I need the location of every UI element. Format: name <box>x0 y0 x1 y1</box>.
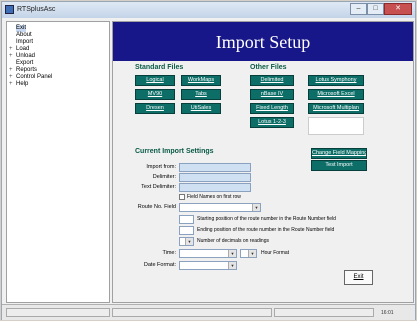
ending-position-label: Ending position of the route number in t… <box>197 227 335 233</box>
expand-icon[interactable]: + <box>9 67 16 74</box>
hour-format-select[interactable]: ▼ <box>240 249 257 258</box>
blank-panel <box>308 117 364 135</box>
expand-icon[interactable]: + <box>9 46 16 53</box>
other-files-heading: Other Files <box>250 64 287 71</box>
maximize-button[interactable]: □ <box>367 3 384 15</box>
time-label: Time: <box>162 250 176 256</box>
import-setup-panel: Import Setup Standard Files Logical Work… <box>112 21 414 303</box>
status-panel <box>6 308 110 317</box>
delimiter-field[interactable] <box>179 173 251 182</box>
date-format-select[interactable]: ▼ <box>179 261 237 270</box>
app-icon <box>5 5 14 14</box>
workmaps-button[interactable]: WorkMaps <box>181 75 221 86</box>
window-title: RTSplusAsc <box>17 6 56 13</box>
logical-button[interactable]: Logical <box>135 75 175 86</box>
utisales-button[interactable]: UtiSales <box>181 103 221 114</box>
text-delimiter-field[interactable] <box>179 183 251 192</box>
tree-item-control-panel[interactable]: + Control Panel <box>9 74 52 81</box>
tabs-button[interactable]: Tabs <box>181 89 221 100</box>
chevron-down-icon[interactable]: ▼ <box>252 204 260 211</box>
nbase-iv-button[interactable]: nBase IV <box>250 89 294 100</box>
tree-item-import[interactable]: Import <box>16 39 33 46</box>
expand-icon[interactable]: + <box>9 81 16 88</box>
import-from-label: Import from: <box>146 164 176 170</box>
field-names-label: Field Names on first row <box>187 194 241 200</box>
application-window: RTSplusAsc – □ ✕ Exit About Import + Load… <box>1 1 416 320</box>
ending-position-field[interactable] <box>179 226 194 235</box>
tree-item-label: Unload <box>16 53 36 59</box>
chevron-down-icon[interactable]: ▼ <box>248 250 256 257</box>
decimals-select[interactable]: ▼ <box>179 237 194 246</box>
microsoft-excel-button[interactable]: Microsoft Excel <box>308 89 364 100</box>
decimals-label: Number of decimals on readings <box>197 238 269 244</box>
mv90-button[interactable]: MV90 <box>135 89 175 100</box>
tree-item-label: Exit <box>16 25 27 31</box>
tree-item-label: Export <box>16 60 34 66</box>
delimited-button[interactable]: Delimited <box>250 75 294 86</box>
tree-item-load[interactable]: + Load <box>9 46 29 53</box>
current-settings-heading: Current Import Settings <box>135 148 214 155</box>
hour-format-label: Hour Format <box>261 250 290 256</box>
navigation-tree: Exit About Import + Load + Unload Export +… <box>6 21 110 303</box>
date-format-label: Date Format: <box>143 262 176 268</box>
tree-item-label: About <box>16 32 32 38</box>
lotus-123-button[interactable]: Lotus 1-2-3 <box>250 117 294 128</box>
tree-item-reports[interactable]: + Reports <box>9 67 37 74</box>
route-no-field-select[interactable]: ▼ <box>179 203 261 212</box>
standard-files-heading: Standard Files <box>135 64 184 71</box>
tree-item-about[interactable]: About <box>16 32 32 39</box>
page-title: Import Setup <box>215 32 311 52</box>
microsoft-multiplan-button[interactable]: Microsoft Multiplan <box>308 103 364 114</box>
banner: Import Setup <box>113 22 413 61</box>
minimize-button[interactable]: – <box>350 3 367 15</box>
route-no-field-label: Route No. Field <box>137 204 176 210</box>
tree-item-label: Help <box>16 81 29 87</box>
time-select[interactable]: ▼ <box>179 249 237 258</box>
tree-item-label: Control Panel <box>16 74 53 80</box>
delimiter-label: Delimiter: <box>152 174 176 180</box>
starting-position-field[interactable] <box>179 215 194 224</box>
tree-item-unload[interactable]: + Unload <box>9 53 35 60</box>
text-delimiter-label: Text Delimiter: <box>141 184 176 190</box>
title-bar: RTSplusAsc – □ ✕ <box>2 2 415 18</box>
change-field-mapping-button[interactable]: Change Field Mapping <box>311 148 367 159</box>
chevron-down-icon[interactable]: ▼ <box>185 238 193 245</box>
lotus-symphony-button[interactable]: Lotus Symphony <box>308 75 364 86</box>
starting-position-label: Starting position of the route number in… <box>197 216 336 222</box>
expand-icon[interactable]: + <box>9 74 16 81</box>
tree-item-export[interactable]: Export <box>16 60 33 67</box>
test-import-button[interactable]: Test Import <box>311 160 367 171</box>
tree-item-label: Reports <box>16 67 38 73</box>
tree-item-label: Load <box>16 46 30 52</box>
field-names-checkbox[interactable] <box>179 194 185 200</box>
status-time: 16:01 <box>381 310 394 316</box>
tree-item-exit[interactable]: Exit <box>16 25 27 32</box>
status-panel <box>112 308 272 317</box>
import-from-field[interactable] <box>179 163 251 172</box>
chevron-down-icon[interactable]: ▼ <box>228 250 236 257</box>
exit-button[interactable]: Exit <box>344 270 373 285</box>
tree-item-label: Import <box>16 39 34 45</box>
status-panel <box>274 308 374 317</box>
tree-item-help[interactable]: + Help <box>9 81 28 88</box>
close-button[interactable]: ✕ <box>384 3 412 15</box>
dresen-button[interactable]: Dresen <box>135 103 175 114</box>
status-bar: 16:01 <box>2 304 415 320</box>
expand-icon[interactable]: + <box>9 53 16 60</box>
chevron-down-icon[interactable]: ▼ <box>228 262 236 269</box>
fixed-length-button[interactable]: Fixed Length <box>250 103 294 114</box>
